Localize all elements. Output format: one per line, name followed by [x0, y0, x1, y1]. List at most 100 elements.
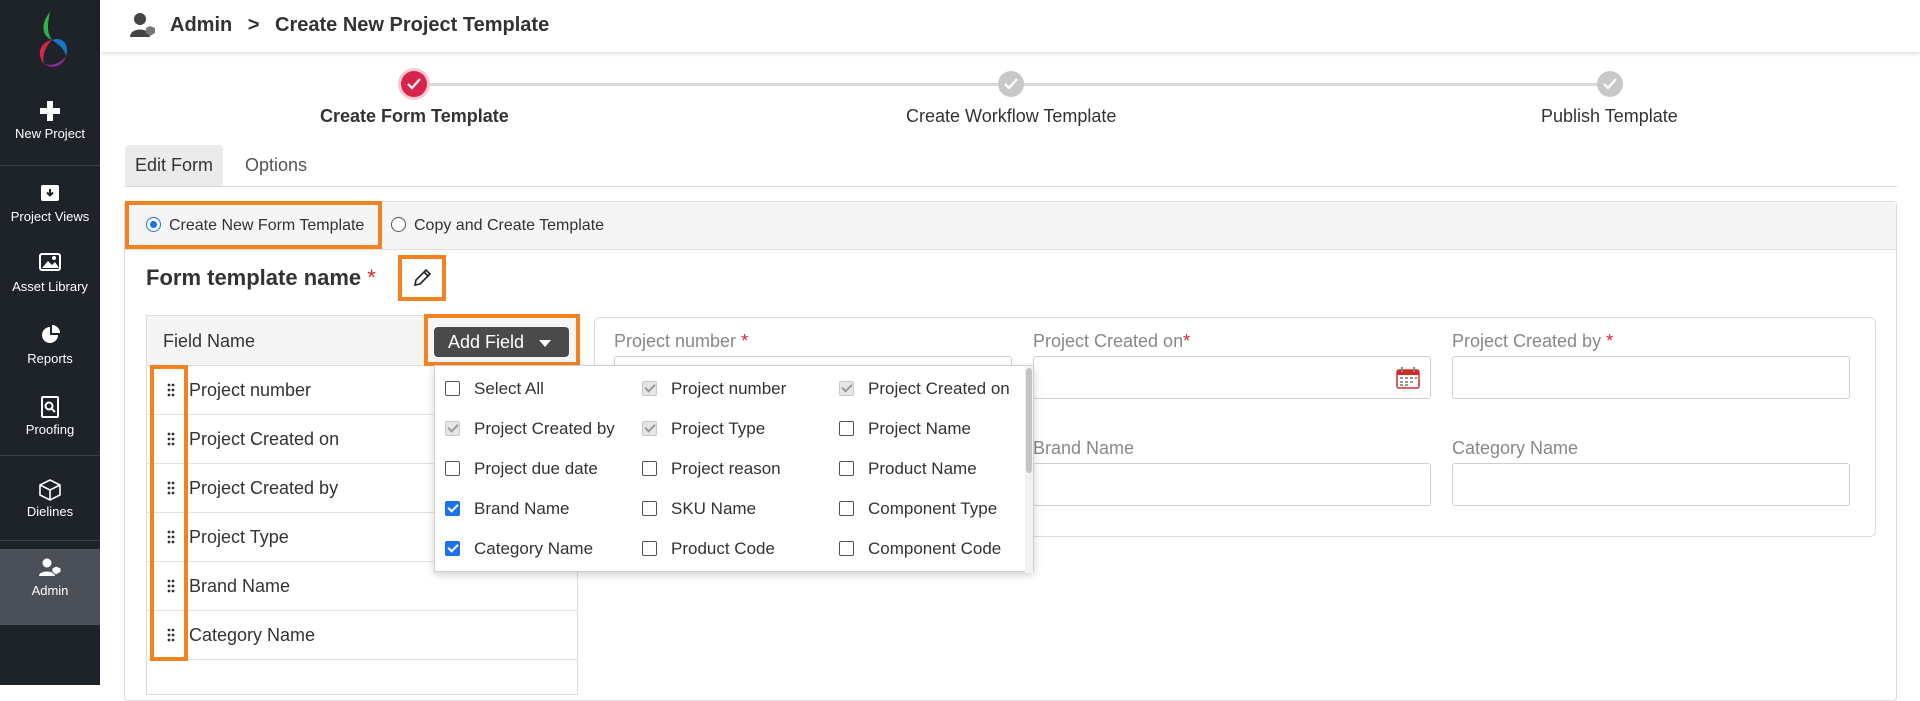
checkbox[interactable]: [445, 461, 460, 476]
checkbox[interactable]: [445, 541, 460, 556]
radio-label: Copy and Create Template: [414, 217, 605, 234]
option-label: Project Name: [868, 419, 971, 438]
dropdown-option[interactable]: Project reason: [642, 459, 781, 479]
checkbox[interactable]: [642, 541, 657, 556]
dropdown-option: Project Created on: [839, 379, 1010, 399]
highlight-box: [150, 365, 188, 661]
option-label: Project Created on: [868, 379, 1010, 398]
archive-icon: [0, 175, 100, 203]
project-created-on-input[interactable]: [1033, 356, 1431, 399]
checkbox[interactable]: [839, 541, 854, 556]
dropdown-option[interactable]: Select All: [445, 379, 544, 399]
project-created-by-input[interactable]: [1452, 356, 1850, 399]
pie-chart-icon: [0, 317, 100, 345]
nav-label: Admin: [31, 583, 69, 598]
dropdown-option[interactable]: Component Code: [839, 539, 1001, 559]
step-2-dot: [998, 71, 1024, 97]
nav-project-views[interactable]: Project Views: [0, 175, 100, 245]
option-label: Project Created by: [474, 419, 615, 438]
checkbox[interactable]: [839, 461, 854, 476]
nav-divider: [0, 540, 100, 541]
scrollbar-thumb[interactable]: [1026, 368, 1032, 473]
checkbox[interactable]: [642, 461, 657, 476]
dropdown-option: Project Created by: [445, 419, 615, 439]
tab-options[interactable]: Options: [235, 145, 317, 186]
preview-label-brand-name: Brand Name: [1033, 438, 1135, 458]
dropdown-option[interactable]: Project due date: [445, 459, 598, 479]
option-label: Brand Name: [474, 499, 570, 518]
preview-label-project-created-on: Project Created on*: [1033, 331, 1190, 352]
step-1-label: Create Form Template: [320, 106, 509, 126]
nav-reports[interactable]: Reports: [0, 317, 100, 387]
nav-divider: [0, 455, 100, 456]
step-2-label: Create Workflow Template: [906, 106, 1117, 126]
dropdown-option[interactable]: Project Name: [839, 419, 971, 439]
checkbox[interactable]: [642, 501, 657, 516]
option-label: Product Code: [671, 539, 775, 558]
checkbox[interactable]: [839, 421, 854, 436]
option-label: Component Code: [868, 539, 1002, 558]
sidebar: New Project Project Views Asset Library …: [0, 0, 100, 685]
radio-copy-create[interactable]: Copy and Create Template: [391, 217, 604, 235]
checkbox[interactable]: [445, 381, 460, 396]
highlight-box: [125, 201, 382, 249]
field-name: Project number: [189, 380, 312, 400]
checkbox: [642, 381, 657, 396]
field-name: Category Name: [189, 625, 316, 645]
option-label: SKU Name: [671, 499, 757, 518]
mode-bar: Create New Form Template Copy and Create…: [125, 202, 1896, 250]
dropdown-option[interactable]: Component Type: [839, 499, 997, 519]
preview-label-text: Project number: [614, 331, 737, 351]
nav-label: Asset Library: [12, 279, 88, 294]
form-template-name-label: Form template name *: [146, 265, 376, 291]
nav-admin[interactable]: Admin: [0, 549, 100, 625]
dropdown-option[interactable]: Product Name: [839, 459, 977, 479]
dropdown-option[interactable]: SKU Name: [642, 499, 756, 519]
nav-new-project[interactable]: New Project: [0, 92, 100, 162]
checkbox: [839, 381, 854, 396]
field-name: Project Created on: [189, 429, 340, 449]
step-3-label: Publish Template: [1541, 106, 1678, 126]
proof-search-icon: [0, 388, 100, 418]
nav-dielines[interactable]: Dielines: [0, 470, 100, 540]
pencil-edit-icon[interactable]: [412, 268, 432, 288]
breadcrumb-current: Create New Project Template: [275, 14, 550, 36]
option-label: Product Name: [868, 459, 977, 478]
dropdown-option[interactable]: Product Code: [642, 539, 775, 559]
nav-asset-library[interactable]: Asset Library: [0, 245, 100, 315]
preview-label-project-created-by: Project Created by *: [1452, 331, 1613, 352]
option-label: Select All: [474, 379, 544, 398]
brand-logo: [39, 12, 68, 67]
step-1-dot: [401, 71, 427, 97]
tab-bar: Edit Form Options: [125, 145, 1897, 187]
breadcrumb: Admin > Create New Project Template: [170, 14, 559, 37]
breadcrumb-separator: >: [247, 14, 260, 36]
dropdown-option[interactable]: Brand Name: [445, 499, 569, 519]
field-row[interactable]: Category Name: [147, 611, 577, 660]
dropdown-scrollbar[interactable]: [1025, 366, 1033, 573]
checkbox: [445, 421, 460, 436]
image-icon: [0, 245, 100, 273]
breadcrumb-admin[interactable]: Admin: [170, 14, 232, 36]
field-name-header: Field Name: [163, 331, 256, 351]
plus-icon: [0, 92, 100, 121]
checkbox[interactable]: [839, 501, 854, 516]
category-name-input[interactable]: [1452, 463, 1850, 506]
add-field-dropdown: Select All Project number Project Create…: [434, 365, 1034, 573]
brand-name-input[interactable]: [1033, 463, 1431, 506]
option-label: Project Type: [671, 419, 766, 438]
checkbox[interactable]: [445, 501, 460, 516]
check-icon: [1004, 78, 1018, 90]
nav-divider: [0, 165, 100, 166]
option-label: Project reason: [671, 459, 781, 478]
option-label: Component Type: [868, 499, 998, 518]
preview-label-category-name: Category Name: [1452, 438, 1579, 458]
calendar-icon[interactable]: [1396, 367, 1420, 389]
form-title-text: Form template name: [146, 265, 362, 290]
tab-edit-form[interactable]: Edit Form: [125, 145, 224, 186]
preview-label-text: Project Created by: [1452, 331, 1602, 351]
dropdown-option[interactable]: Category Name: [445, 539, 593, 559]
field-name: Project Created by: [189, 478, 339, 498]
option-label: Category Name: [474, 539, 594, 558]
nav-proofing[interactable]: Proofing: [0, 388, 100, 458]
